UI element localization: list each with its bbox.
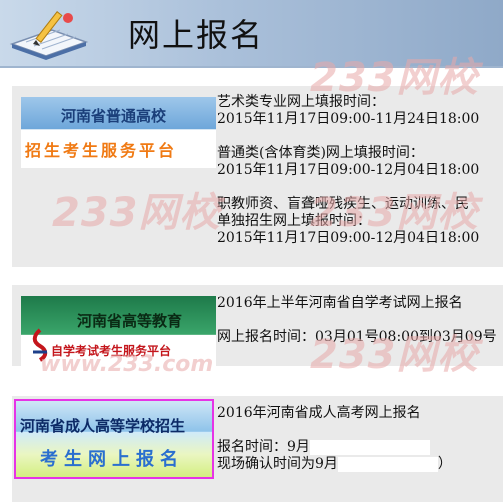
info-line: 2016年河南省成人高考网上报名 xyxy=(217,405,421,421)
info-line: 2015年11月17日09:00-11月24日18:00 xyxy=(217,111,480,127)
info-line: 2015年11月17日09:00-12月04日18:00 xyxy=(217,162,480,178)
info-line: 网上报名时间：03月01号08:00到03月09号 xyxy=(217,329,497,345)
redacted-block xyxy=(337,456,438,472)
panel-info: 2016年河南省成人高考网上报名 报名时间：9月 现场确认时间为9月） xyxy=(217,405,452,473)
info-line: 现场确认时间为9月） xyxy=(217,456,452,472)
banner-subtitle: 自学考试考生服务平台 xyxy=(51,344,172,358)
page-header: 网上报名 xyxy=(0,0,503,68)
self-study-exam-banner[interactable]: 河南省高等教育 自学考试考生服务平台 xyxy=(21,296,216,366)
panel-info: 艺术类专业网上填报时间： 2015年11月17日09:00-11月24日18:0… xyxy=(217,94,479,247)
info-line: 艺术类专业网上填报时间： xyxy=(217,94,385,110)
banner-title: 河南省普通高校 xyxy=(61,107,167,125)
panel-adult-admissions: 河南省成人高等学校招生 考生网上报名 2016年河南省成人高考网上报名 报名时间… xyxy=(12,396,503,502)
banner-title: 河南省成人高等学校招生 xyxy=(20,417,186,435)
redacted-block xyxy=(309,439,430,455)
panel-general-admissions: 河南省普通高校 招生考生服务平台 艺术类专业网上填报时间： 2015年11月17… xyxy=(12,86,503,267)
info-line: 2016年上半年河南省自学考试网上报名 xyxy=(217,295,463,311)
notebook-pencil-icon xyxy=(9,11,89,60)
banner-subtitle: 招生考生服务平台 xyxy=(25,141,178,160)
panel-self-study-exam: 河南省高等教育 自学考试考生服务平台 2016年上半年河南省自学考试网上报名 网… xyxy=(12,285,503,366)
info-line: 职教师资、盲聋哑残疾生、运动训练、民 xyxy=(217,196,469,212)
banner-title: 河南省高等教育 xyxy=(77,312,183,330)
adult-admissions-banner[interactable]: 河南省成人高等学校招生 考生网上报名 xyxy=(14,399,214,479)
info-line: 报名时间：9月 xyxy=(217,439,452,456)
general-admissions-banner[interactable]: 河南省普通高校 招生考生服务平台 xyxy=(21,97,216,168)
info-line: 单独招生网上填报时间： xyxy=(217,213,371,229)
info-line: 普通类(含体育类)网上填报时间： xyxy=(217,145,424,161)
banner-subtitle: 考生网上报名 xyxy=(40,449,184,470)
panel-info: 2016年上半年河南省自学考试网上报名 网上报名时间：03月01号08:00到0… xyxy=(217,295,497,346)
emblem-icon xyxy=(32,328,48,362)
info-line: 2015年11月17日09:00-12月04日18:00 xyxy=(217,230,480,246)
page-title: 网上报名 xyxy=(128,16,265,54)
